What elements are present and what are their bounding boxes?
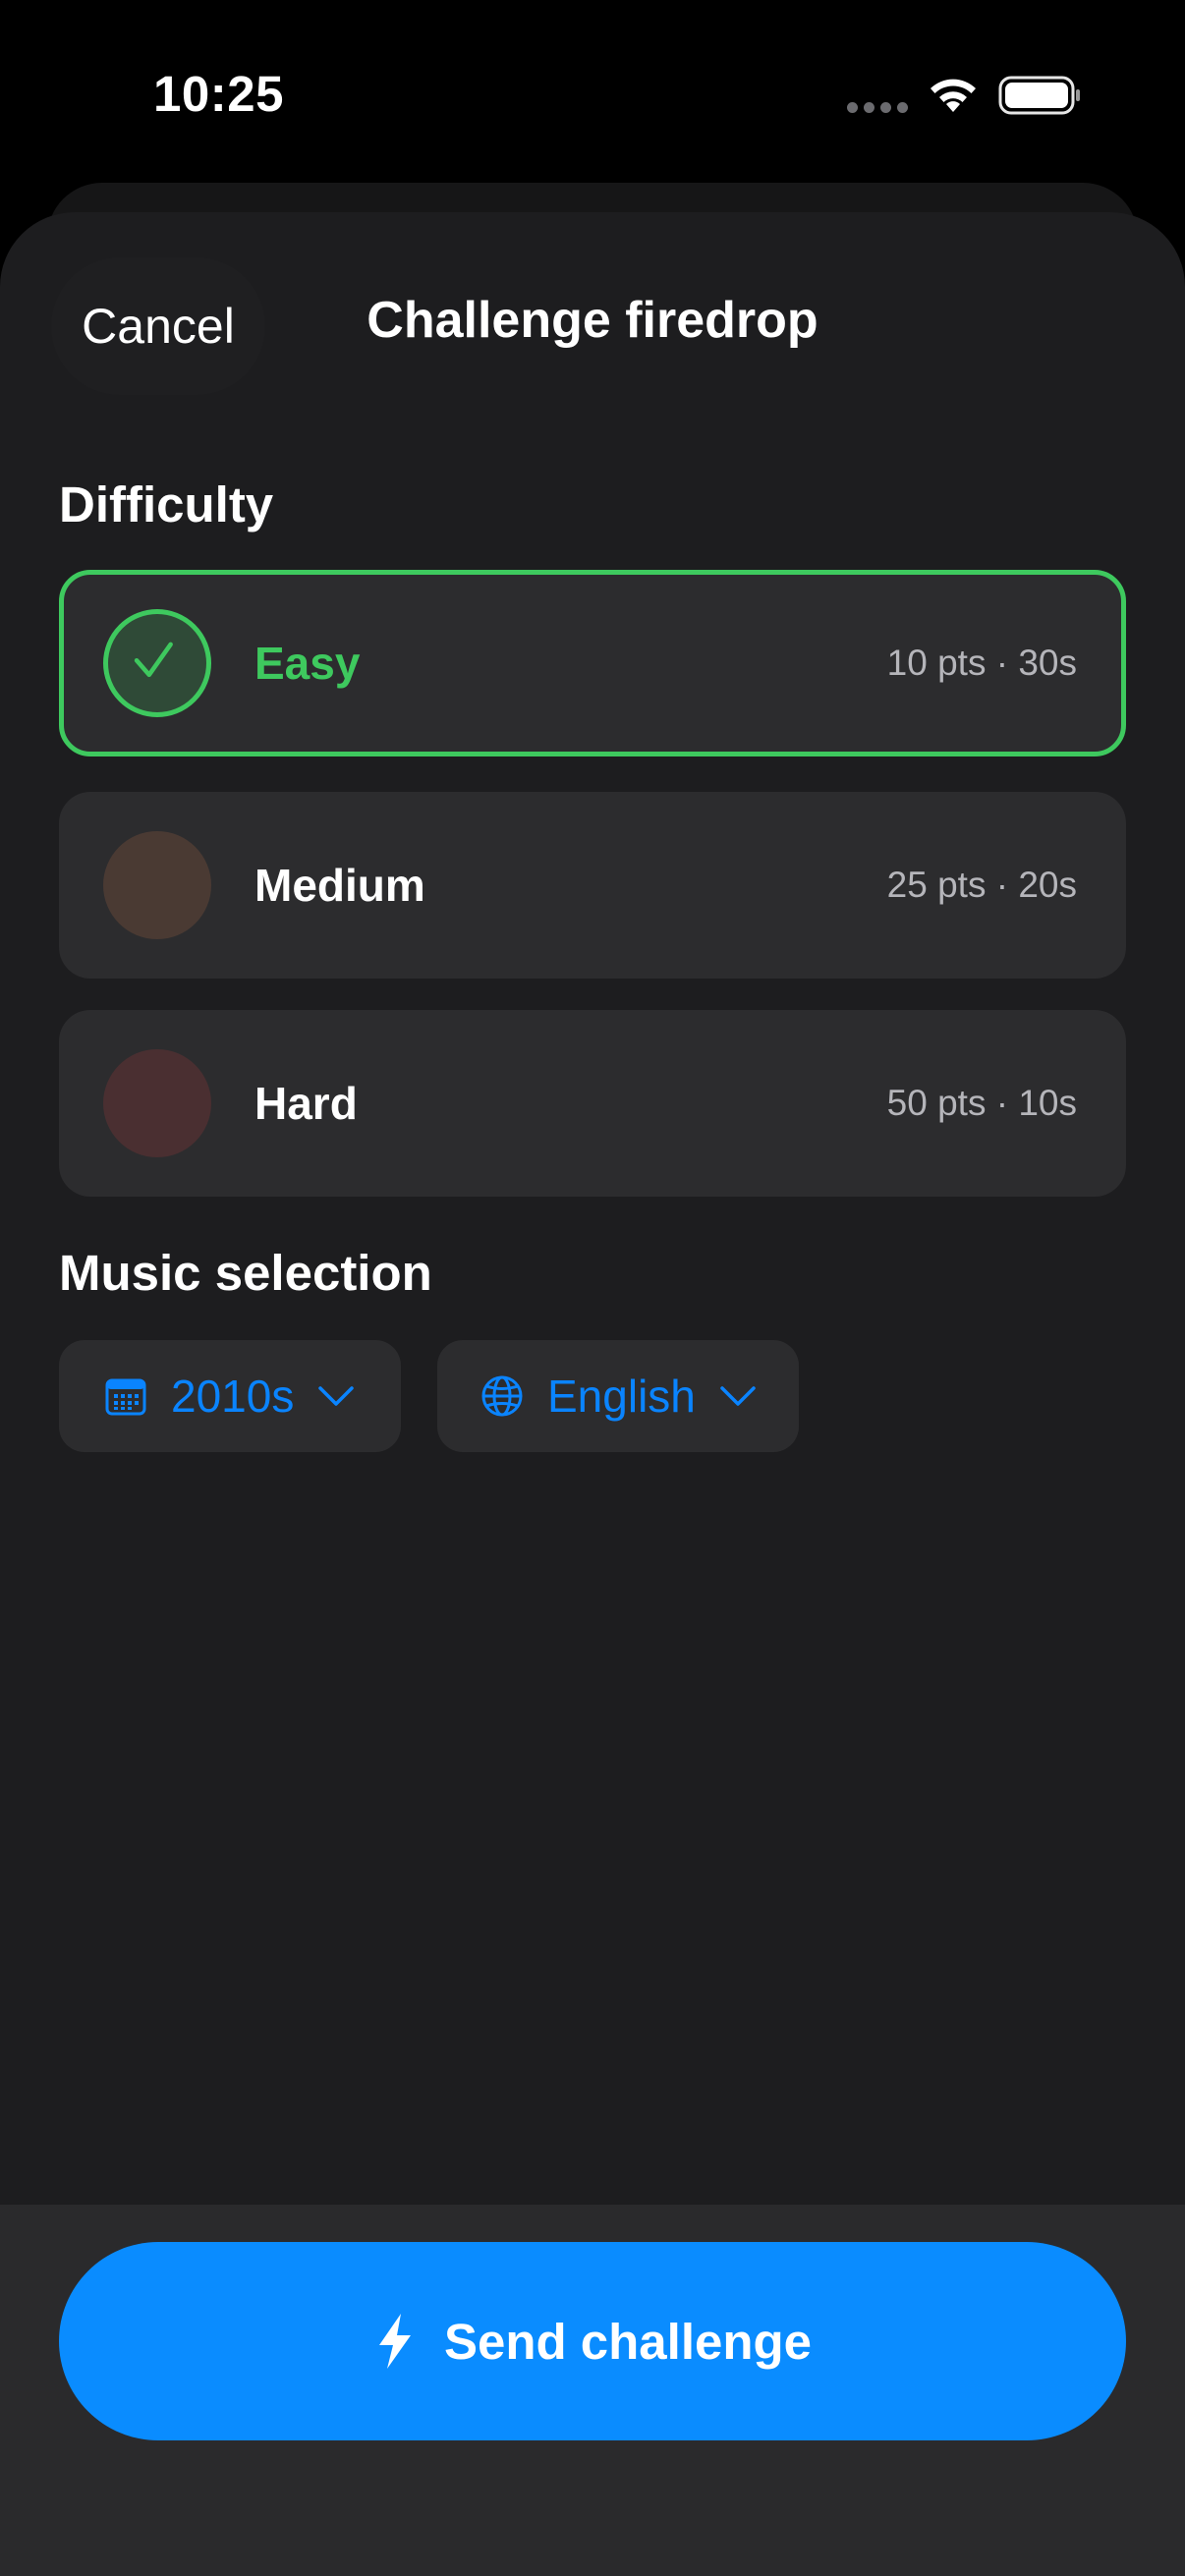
music-section-title: Music selection: [59, 1245, 432, 1301]
difficulty-meta: 25 pts · 20s: [886, 865, 1077, 905]
send-challenge-label: Send challenge: [443, 2313, 813, 2370]
difficulty-meta: 50 pts · 10s: [886, 1083, 1077, 1123]
sheet-title: Challenge firedrop: [367, 292, 818, 349]
status-time: 10:25: [153, 66, 284, 122]
language-value: English: [547, 1371, 696, 1422]
radio-indicator-icon: [103, 831, 211, 939]
globe-icon: [481, 1375, 523, 1417]
calendar-icon: [105, 1378, 146, 1416]
language-picker[interactable]: English: [437, 1340, 799, 1452]
wifi-icon: [931, 79, 976, 112]
screen: 10:25 Cancel Challenge firedrop Difficul…: [0, 0, 1185, 2576]
check-icon: [103, 609, 211, 717]
radio-indicator-icon: [103, 1049, 211, 1157]
difficulty-section-title: Difficulty: [59, 476, 274, 532]
decade-value: 2010s: [171, 1371, 295, 1422]
battery-icon: [998, 76, 1080, 115]
difficulty-label: Hard: [254, 1078, 358, 1129]
cellular-signal-icon: [847, 102, 908, 114]
bolt-icon: [378, 2314, 411, 2369]
status-bar: 10:25: [0, 0, 1185, 187]
send-challenge-button[interactable]: Send challenge: [59, 2242, 1126, 2440]
difficulty-label: Medium: [254, 860, 425, 911]
difficulty-option-medium[interactable]: Medium 25 pts · 20s: [59, 792, 1126, 979]
chevron-down-icon: [318, 1386, 355, 1406]
difficulty-option-easy[interactable]: Easy 10 pts · 30s: [59, 570, 1126, 756]
difficulty-meta: 10 pts · 30s: [886, 643, 1077, 683]
decade-picker[interactable]: 2010s: [59, 1340, 401, 1452]
chevron-down-icon: [720, 1386, 756, 1406]
difficulty-label: Easy: [254, 638, 361, 689]
difficulty-option-hard[interactable]: Hard 50 pts · 10s: [59, 1010, 1126, 1197]
